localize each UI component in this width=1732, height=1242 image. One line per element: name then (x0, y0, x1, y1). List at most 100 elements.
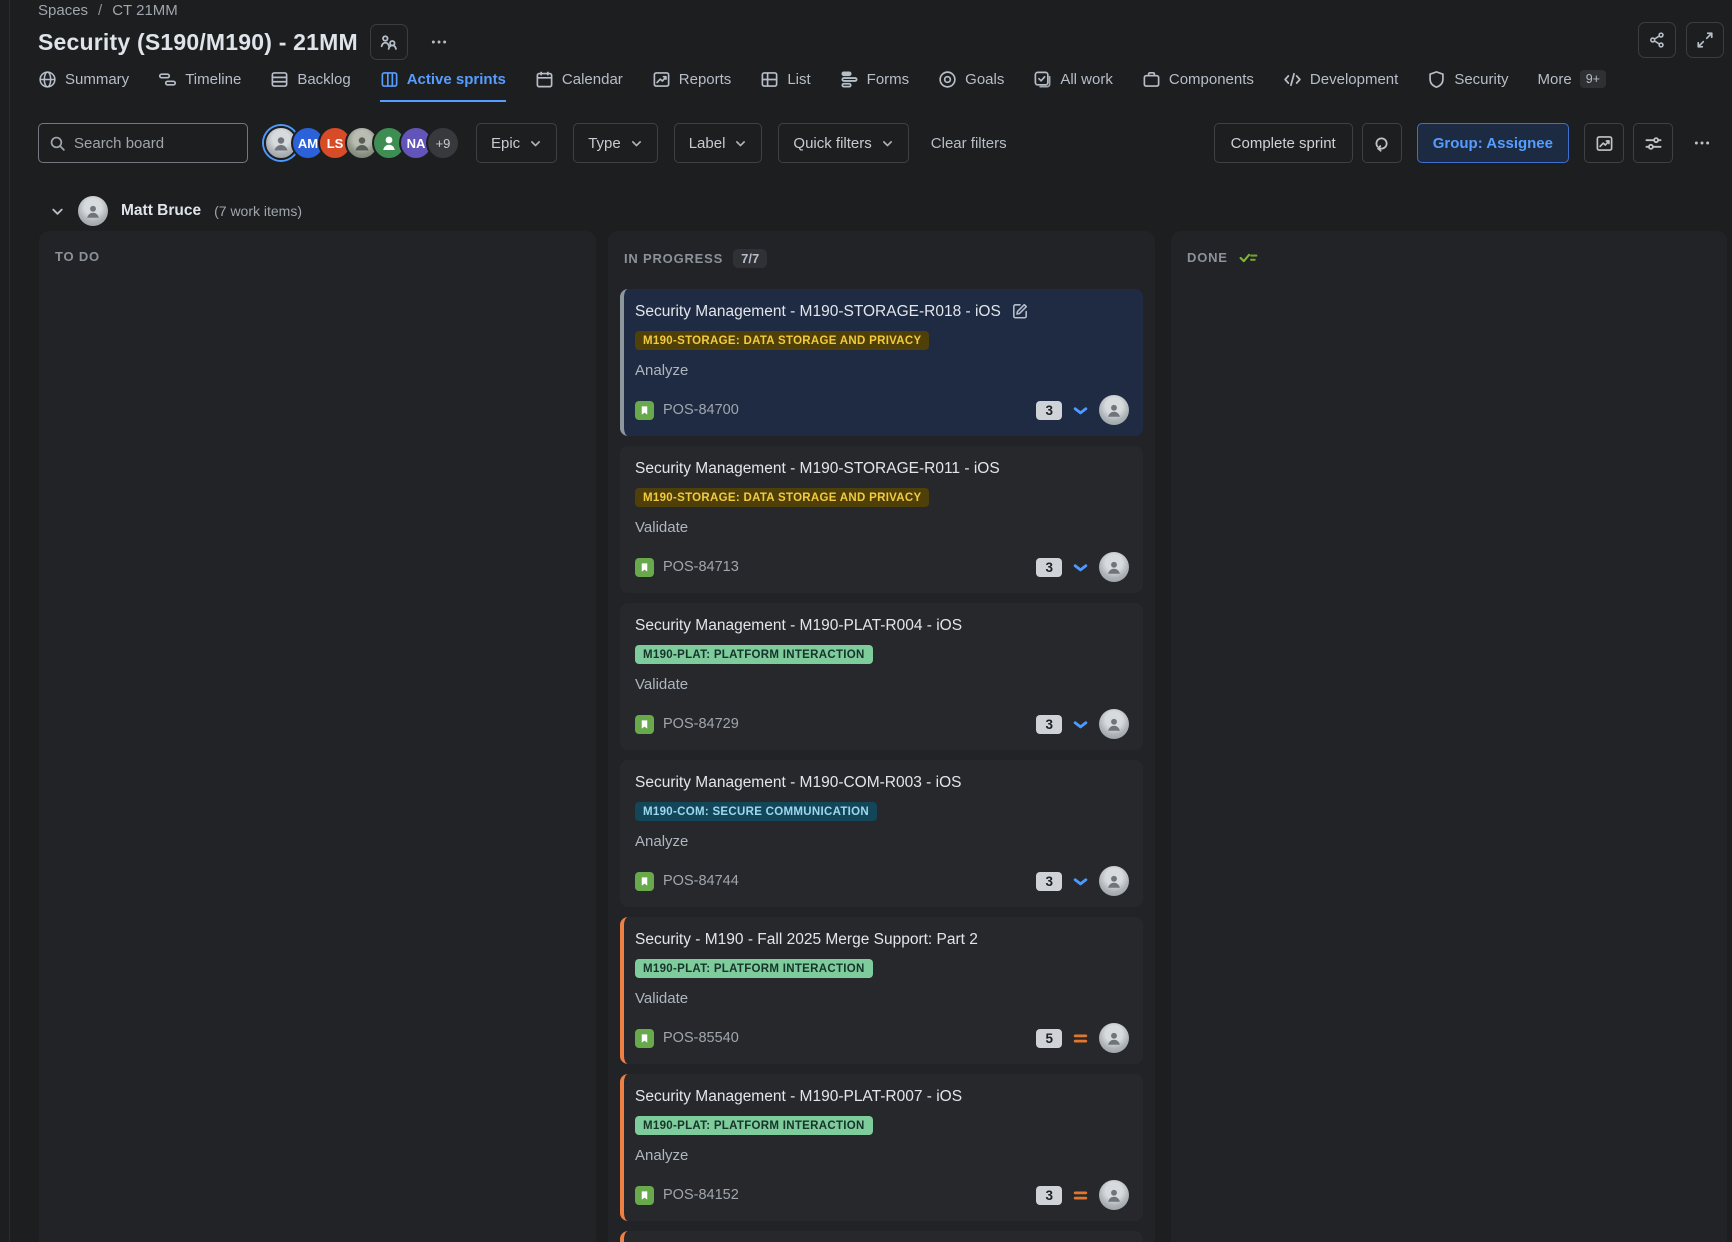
view-settings-button[interactable] (1633, 123, 1673, 163)
type-filter-dropdown[interactable]: Type (573, 123, 658, 163)
board-card[interactable]: Security Management - M190-PLAT-R004 - i… (620, 603, 1143, 750)
components-icon (1142, 70, 1161, 89)
people-icon (379, 33, 398, 52)
search-input[interactable] (74, 135, 237, 152)
search-board[interactable] (38, 123, 248, 163)
card-key: POS-84729 (663, 716, 739, 732)
story-points-badge: 3 (1036, 1186, 1062, 1205)
card-title: Security Management - M190-PLAT-R004 - i… (635, 615, 962, 636)
goals-icon (938, 70, 957, 89)
story-points-badge: 5 (1036, 1029, 1062, 1048)
board-card[interactable]: Security Management - M190-COM-R003 - iO… (620, 760, 1143, 907)
tab-calendar[interactable]: Calendar (535, 70, 623, 102)
shield-icon (1427, 70, 1446, 89)
story-points-badge: 3 (1036, 715, 1062, 734)
card-status: Validate (635, 990, 1129, 1007)
timeline-icon (158, 70, 177, 89)
ellipsis-icon (1693, 134, 1711, 152)
share-button[interactable] (1638, 22, 1676, 58)
card-key: POS-85540 (663, 1030, 739, 1046)
card-title: Security Management - M190-STORAGE-R011 … (635, 458, 1000, 479)
view-tabs: Summary Timeline Backlog Active sprints … (38, 70, 1606, 102)
chevron-down-icon (50, 204, 65, 219)
tab-security[interactable]: Security (1427, 70, 1508, 102)
people-button[interactable] (370, 24, 408, 60)
board-card[interactable]: Security Management - M190-STORAGE-R011 … (620, 446, 1143, 593)
edit-icon (1011, 302, 1029, 320)
avatar-label: LS (327, 136, 344, 151)
tab-label: List (787, 71, 810, 88)
tab-summary[interactable]: Summary (38, 70, 129, 102)
label-chip: M190-PLAT: PLATFORM INTERACTION (635, 645, 873, 664)
globe-icon (38, 70, 57, 89)
group-by-button[interactable]: Group: Assignee (1417, 123, 1569, 163)
all-work-icon (1033, 70, 1052, 89)
edit-summary-button[interactable] (1011, 302, 1029, 320)
story-type-icon (635, 558, 654, 577)
quick-filters-dropdown[interactable]: Quick filters (778, 123, 908, 163)
tab-reports[interactable]: Reports (652, 70, 732, 102)
label-filter-dropdown[interactable]: Label (674, 123, 763, 163)
assignee-avatar[interactable] (1099, 395, 1129, 425)
tab-backlog[interactable]: Backlog (270, 70, 350, 102)
tab-all-work[interactable]: All work (1033, 70, 1113, 102)
assignee-avatar[interactable] (1099, 1180, 1129, 1210)
avatar-label: AM (298, 136, 318, 151)
card-key: POS-84700 (663, 402, 739, 418)
tab-active-sprints[interactable]: Active sprints (380, 70, 506, 102)
card-status: Analyze (635, 1147, 1129, 1164)
assignee-avatar[interactable] (1099, 866, 1129, 896)
assignee-avatar[interactable] (1099, 552, 1129, 582)
ellipsis-icon (430, 33, 448, 51)
label-chip: M190-PLAT: PLATFORM INTERACTION (635, 959, 873, 978)
tab-components[interactable]: Components (1142, 70, 1254, 102)
label-chip: M190-COM: SECURE COMMUNICATION (635, 802, 877, 821)
card-key: POS-84152 (663, 1187, 739, 1203)
tab-more[interactable]: More 9+ (1538, 70, 1606, 101)
expand-icon (1696, 31, 1714, 49)
breadcrumb-project[interactable]: CT 21MM (112, 2, 178, 19)
breadcrumb-spaces[interactable]: Spaces (38, 2, 88, 19)
priority-low-icon (1071, 558, 1090, 577)
epic-filter-dropdown[interactable]: Epic (476, 123, 557, 163)
tab-timeline[interactable]: Timeline (158, 70, 241, 102)
avatar-overflow[interactable]: +9 (426, 126, 460, 160)
label-chip: M190-STORAGE: DATA STORAGE AND PRIVACY (635, 331, 929, 350)
story-type-icon (635, 1186, 654, 1205)
card-title: Security Management - M190-STORAGE-R018 … (635, 301, 1001, 322)
board-card[interactable]: Security - M190 - Fall 2025 Merge Suppor… (620, 917, 1143, 1064)
board-card-partial[interactable] (620, 1231, 1143, 1242)
assignee-avatar[interactable] (1099, 1023, 1129, 1053)
title-more-button[interactable] (420, 24, 458, 60)
sprint-loop-button[interactable] (1362, 123, 1402, 163)
story-points-badge: 3 (1036, 872, 1062, 891)
clear-filters-button[interactable]: Clear filters (931, 135, 1007, 152)
insights-chart-icon (1595, 134, 1614, 153)
tab-development[interactable]: Development (1283, 70, 1398, 102)
board-card[interactable]: Security Management - M190-STORAGE-R018 … (620, 289, 1143, 436)
done-check-icon (1238, 249, 1259, 266)
chevron-down-icon (630, 137, 643, 150)
share-icon (1648, 31, 1666, 49)
board-more-button[interactable] (1682, 123, 1722, 163)
card-key: POS-84744 (663, 873, 739, 889)
insights-button[interactable] (1584, 123, 1624, 163)
breadcrumb-separator: / (98, 2, 102, 19)
fullscreen-button[interactable] (1686, 22, 1724, 58)
tab-label: Reports (679, 71, 732, 88)
group-item-count: (7 work items) (214, 203, 302, 219)
tab-label: Forms (867, 71, 910, 88)
assignee-group-header: Matt Bruce (7 work items) (50, 196, 302, 226)
tab-list[interactable]: List (760, 70, 810, 102)
dropdown-label: Label (689, 135, 726, 152)
assignee-avatar[interactable] (1099, 709, 1129, 739)
tab-goals[interactable]: Goals (938, 70, 1004, 102)
complete-sprint-button[interactable]: Complete sprint (1214, 123, 1353, 163)
board-card[interactable]: Security Management - M190-PLAT-R007 - i… (620, 1074, 1143, 1221)
dropdown-label: Type (588, 135, 621, 152)
tab-forms[interactable]: Forms (840, 70, 910, 102)
collapse-group-button[interactable] (50, 204, 65, 219)
column-done: DONE (1171, 231, 1727, 1242)
card-status: Analyze (635, 833, 1129, 850)
sprint-board: TO DO IN PROGRESS 7/7 Security Managemen… (39, 231, 1727, 1242)
